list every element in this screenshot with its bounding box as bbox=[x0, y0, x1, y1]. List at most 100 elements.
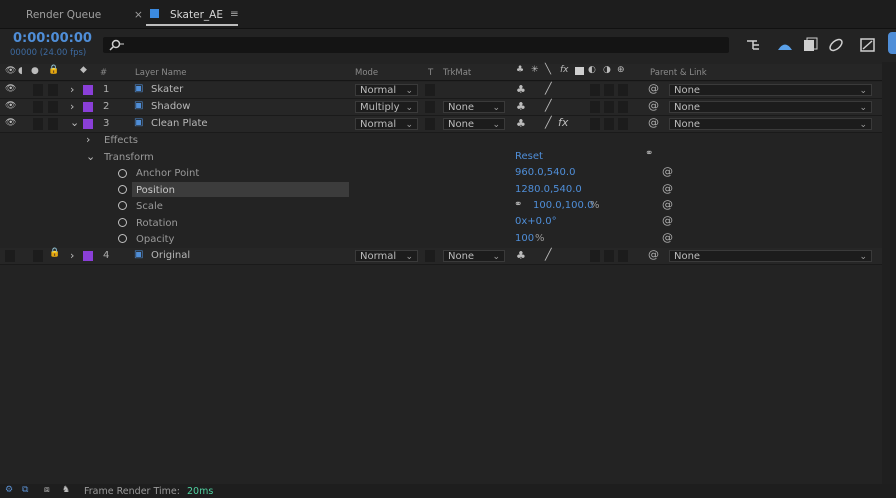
adjustment-toggle[interactable] bbox=[604, 118, 614, 130]
stopwatch-icon[interactable] bbox=[118, 169, 127, 178]
frame-blend-column-icon[interactable] bbox=[575, 67, 584, 75]
lock-icon[interactable]: 🔒 bbox=[48, 65, 59, 75]
render-toggle-icon[interactable]: ⚙ bbox=[5, 485, 13, 495]
solo-toggle[interactable] bbox=[33, 84, 43, 96]
tab-skater-ae[interactable]: Skater_AE bbox=[170, 9, 223, 21]
3d-toggle[interactable] bbox=[618, 101, 628, 113]
motion-blur-column-icon[interactable]: ◐ bbox=[588, 65, 596, 75]
adjustment-column-icon[interactable]: ◑ bbox=[603, 65, 611, 75]
layer-switches-toggle-icon[interactable]: ⧉ bbox=[22, 485, 28, 495]
shy-toggle-icon[interactable]: ♣ bbox=[516, 83, 526, 96]
transform-reset-link[interactable]: Reset bbox=[515, 151, 543, 162]
column-trkmat[interactable]: TrkMat bbox=[443, 68, 471, 78]
expand-chevron-icon[interactable]: › bbox=[70, 83, 74, 96]
stopwatch-icon[interactable] bbox=[118, 201, 127, 210]
adjustment-toggle[interactable] bbox=[604, 84, 614, 96]
property-name[interactable]: Opacity bbox=[136, 234, 174, 245]
property-value[interactable]: 100.0,100.0 bbox=[533, 200, 593, 211]
frame-blending-icon[interactable] bbox=[801, 37, 819, 53]
property-value[interactable]: 960.0,540.0 bbox=[515, 167, 575, 178]
column-parent-link[interactable]: Parent & Link bbox=[650, 68, 707, 78]
blend-mode-dropdown[interactable]: Normal ⌄ bbox=[355, 84, 418, 96]
solo-toggle[interactable] bbox=[33, 101, 43, 113]
expand-chevron-icon[interactable]: › bbox=[70, 100, 74, 113]
effects-toggle-icon[interactable]: fx bbox=[558, 116, 568, 129]
column-mode[interactable]: Mode bbox=[355, 68, 378, 78]
3d-toggle[interactable] bbox=[618, 118, 628, 130]
transform-collapse-chevron-icon[interactable]: ⌄ bbox=[86, 150, 95, 163]
parent-dropdown[interactable]: None ⌄ bbox=[669, 250, 872, 262]
visibility-toggle[interactable] bbox=[5, 250, 15, 262]
transfer-controls-toggle-icon[interactable]: ⧈ bbox=[44, 485, 50, 495]
stopwatch-icon[interactable] bbox=[118, 185, 127, 194]
quality-column-icon[interactable]: ╲ bbox=[545, 64, 551, 75]
parent-dropdown[interactable]: None ⌄ bbox=[669, 84, 872, 96]
preserve-transparency-toggle[interactable] bbox=[425, 250, 435, 262]
parent-pickwhip-icon[interactable]: @ bbox=[648, 248, 659, 261]
av-features-eye-icon[interactable]: 👁 bbox=[5, 66, 16, 76]
parent-pickwhip-icon[interactable]: @ bbox=[648, 99, 659, 112]
stopwatch-icon[interactable] bbox=[118, 218, 127, 227]
track-matte-dropdown[interactable]: None ⌄ bbox=[443, 250, 505, 262]
layer-name[interactable]: Original bbox=[151, 250, 190, 261]
transform-group[interactable]: Transform bbox=[104, 152, 154, 163]
label-color-swatch[interactable] bbox=[83, 85, 93, 95]
solo-toggle[interactable] bbox=[33, 250, 43, 262]
quality-toggle-icon[interactable]: ╱ bbox=[545, 248, 552, 261]
property-pickwhip-icon[interactable]: @ bbox=[662, 165, 673, 178]
preserve-transparency-toggle[interactable] bbox=[425, 101, 435, 113]
composition-mini-flowchart-icon[interactable] bbox=[745, 37, 761, 53]
property-pickwhip-icon[interactable]: @ bbox=[662, 231, 673, 244]
visibility-eye-icon[interactable]: 👁 bbox=[5, 118, 16, 128]
parent-dropdown[interactable]: None ⌄ bbox=[669, 118, 872, 130]
blend-mode-dropdown[interactable]: Multiply ⌄ bbox=[355, 101, 418, 113]
collapse-chevron-icon[interactable]: ⌄ bbox=[70, 116, 79, 129]
label-color-swatch[interactable] bbox=[83, 119, 93, 129]
blend-mode-dropdown[interactable]: Normal ⌄ bbox=[355, 118, 418, 130]
shy-toggle-icon[interactable]: ♣ bbox=[516, 100, 526, 113]
panel-menu-icon[interactable]: ≡ bbox=[230, 8, 239, 20]
quality-toggle-icon[interactable]: ╱ bbox=[545, 82, 552, 95]
blend-mode-dropdown[interactable]: Normal ⌄ bbox=[355, 250, 418, 262]
track-matte-dropdown[interactable]: None ⌄ bbox=[443, 118, 505, 130]
current-time-display[interactable]: 0:00:00:00 bbox=[13, 31, 92, 46]
column-t[interactable]: T bbox=[428, 68, 433, 78]
label-color-swatch[interactable] bbox=[83, 102, 93, 112]
property-pickwhip-icon[interactable]: @ bbox=[662, 182, 673, 195]
layer-name[interactable]: Shadow bbox=[151, 101, 190, 112]
label-color-swatch[interactable] bbox=[83, 251, 93, 261]
collapse-column-icon[interactable]: ✳ bbox=[531, 65, 539, 75]
adjustment-toggle[interactable] bbox=[604, 250, 614, 262]
lock-toggle[interactable] bbox=[48, 84, 58, 96]
visibility-eye-icon[interactable]: 👁 bbox=[5, 101, 16, 111]
motion-blur-toggle[interactable] bbox=[590, 84, 600, 96]
property-value[interactable]: 1280.0,540.0 bbox=[515, 184, 582, 195]
layer-name[interactable]: Skater bbox=[151, 84, 183, 95]
property-name[interactable]: Rotation bbox=[136, 218, 178, 229]
3d-toggle[interactable] bbox=[618, 84, 628, 96]
search-input[interactable] bbox=[103, 37, 729, 53]
label-tag-icon[interactable]: ◆ bbox=[80, 65, 87, 75]
solo-toggle[interactable] bbox=[33, 118, 43, 130]
adjustment-toggle[interactable] bbox=[604, 101, 614, 113]
shy-layers-icon[interactable] bbox=[776, 37, 794, 53]
property-value[interactable]: 0x+0.0° bbox=[515, 216, 557, 227]
expand-chevron-icon[interactable]: › bbox=[70, 249, 74, 262]
stopwatch-icon[interactable] bbox=[118, 234, 127, 243]
parent-pickwhip-icon[interactable]: @ bbox=[648, 82, 659, 95]
preserve-transparency-toggle[interactable] bbox=[425, 118, 435, 130]
effects-group[interactable]: Effects bbox=[104, 135, 138, 146]
property-name[interactable]: Anchor Point bbox=[136, 168, 199, 179]
quality-toggle-icon[interactable]: ╱ bbox=[545, 116, 552, 129]
motion-blur-toggle[interactable] bbox=[590, 250, 600, 262]
layer-name[interactable]: Clean Plate bbox=[151, 118, 208, 129]
property-name[interactable]: Position bbox=[136, 185, 175, 196]
tab-close-icon[interactable]: × bbox=[134, 9, 143, 21]
column-number[interactable]: # bbox=[100, 68, 107, 78]
solo-icon[interactable]: ● bbox=[31, 66, 39, 76]
in-out-toggle-icon[interactable]: ♞ bbox=[62, 485, 70, 495]
graph-editor-icon[interactable] bbox=[859, 37, 877, 53]
property-pickwhip-icon[interactable]: @ bbox=[662, 214, 673, 227]
quality-toggle-icon[interactable]: ╱ bbox=[545, 99, 552, 112]
property-pickwhip-icon[interactable]: @ bbox=[662, 198, 673, 211]
